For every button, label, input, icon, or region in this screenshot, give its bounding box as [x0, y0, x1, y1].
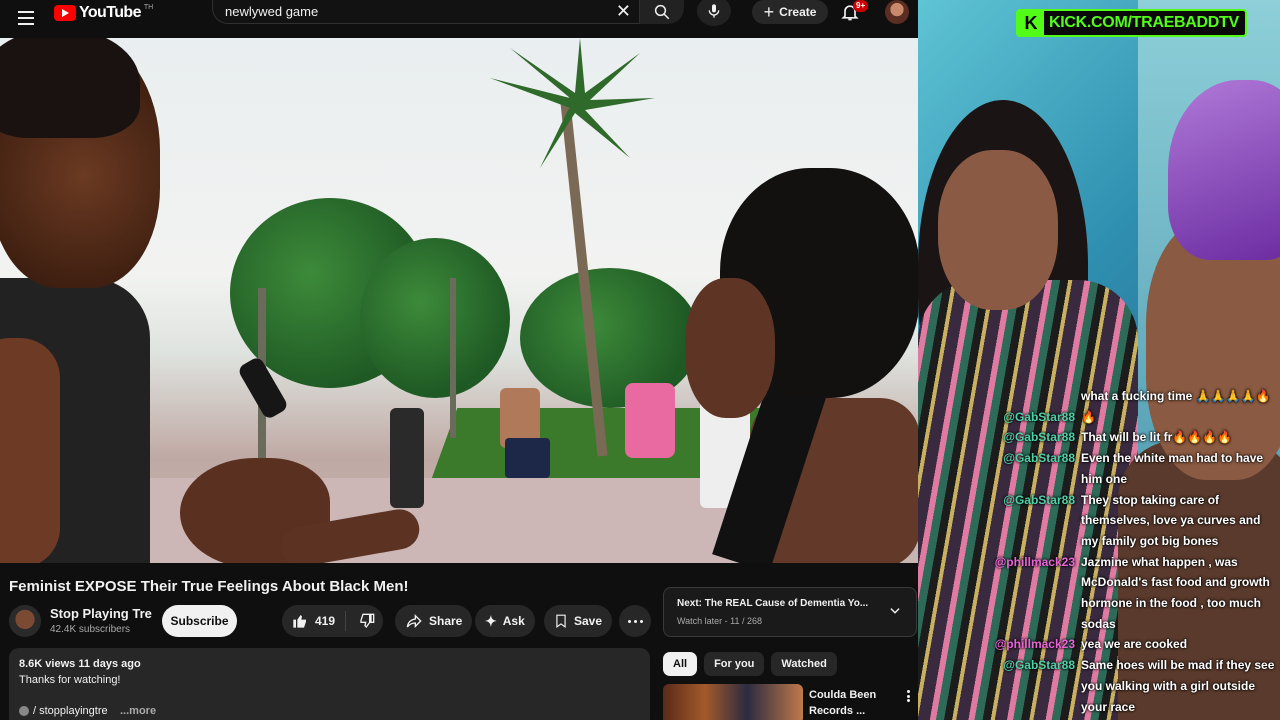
- chat-username: @GabStar88: [1003, 409, 1075, 424]
- sparkle-icon: ✦: [485, 612, 497, 629]
- chat-username: @GabStar88: [1003, 451, 1075, 466]
- video-frame-bystander-shorts: [505, 438, 550, 478]
- description-text: Thanks for watching!: [19, 674, 121, 686]
- save-label: Save: [574, 614, 603, 628]
- channel-avatar[interactable]: [9, 605, 41, 637]
- recommendation-thumbnail[interactable]: [663, 684, 803, 720]
- subscribe-button[interactable]: Subscribe: [162, 605, 237, 637]
- show-more-link[interactable]: ...more: [120, 705, 156, 717]
- video-frame-bystander: [390, 408, 424, 508]
- chat-message: @phillmack23 yea we are cooked: [970, 634, 1276, 655]
- notification-badge: 9+: [853, 0, 869, 12]
- chat-username: @GabStar88: [1003, 430, 1075, 445]
- thumbs-up-icon: [293, 615, 306, 628]
- kick-logo-icon: K: [1018, 11, 1044, 35]
- microphone-icon: [708, 4, 720, 18]
- video-frame-palm-leaves: [490, 38, 655, 168]
- ask-label: Ask: [502, 614, 525, 628]
- chat-overlay: what a fucking time 🙏🙏🙏🙏🔥 @GabStar88 🔥 @G…: [970, 386, 1276, 717]
- logo-text: YouTube: [79, 4, 141, 21]
- screen: YouTube TH newlywed game ✕ + Create 9+ F…: [0, 0, 1280, 720]
- divider: [344, 611, 346, 631]
- chat-username: @GabStar88: [1003, 658, 1075, 673]
- chat-text: That will be lit fr🔥🔥🔥🔥: [1081, 430, 1233, 445]
- next-up-card[interactable]: Next: The REAL Cause of Dementia Yo... W…: [663, 587, 917, 637]
- like-button[interactable]: 419: [282, 605, 339, 637]
- kick-channel-banner: K KICK.COM/TRAEBADDTV: [1016, 9, 1247, 37]
- description-box[interactable]: 8.6K views 11 days ago Thanks for watchi…: [9, 648, 650, 720]
- dislike-button[interactable]: [352, 605, 383, 637]
- share-button[interactable]: Share: [395, 605, 473, 637]
- subscriber-count: 42.4K subscribers: [50, 624, 131, 635]
- chevron-down-icon[interactable]: [888, 604, 902, 618]
- clear-search-icon[interactable]: ✕: [616, 2, 631, 20]
- chat-text: They stop taking care of themselves, lov…: [1081, 492, 1261, 548]
- voice-search-button[interactable]: [697, 0, 731, 26]
- chip-watched[interactable]: Watched: [771, 652, 837, 676]
- channel-link-text: / stopplayingtre: [33, 705, 108, 717]
- search-input[interactable]: newlywed game ✕: [212, 0, 640, 24]
- chat-username: @phillmack23: [994, 554, 1075, 569]
- kick-url: KICK.COM/TRAEBADDTV: [1049, 14, 1239, 31]
- chat-message: what a fucking time 🙏🙏🙏🙏🔥: [970, 386, 1276, 407]
- chat-username: [970, 386, 1081, 407]
- save-button[interactable]: Save: [544, 605, 613, 637]
- chat-message: @GabStar88 Same hoes will be mad if they …: [970, 655, 1276, 717]
- chat-username: @phillmack23: [994, 637, 1075, 652]
- chat-text: yea we are cooked: [1081, 637, 1188, 652]
- channel-name[interactable]: Stop Playing Tre: [50, 606, 152, 621]
- channel-link[interactable]: / stopplayingtre: [19, 705, 108, 717]
- channel-link-icon: [19, 706, 29, 716]
- youtube-play-icon: [54, 5, 76, 21]
- chip-for-you[interactable]: For you: [704, 652, 765, 676]
- like-count: 419: [315, 614, 336, 628]
- logo-country-code: TH: [143, 3, 154, 11]
- chat-message: @phillmack23 Jazmine what happen , was Mc…: [970, 552, 1276, 635]
- create-label: Create: [779, 5, 817, 19]
- video-frame-interviewee: [680, 168, 918, 563]
- video-frame-bystander: [625, 383, 675, 458]
- video-title: Feminist EXPOSE Their True Feelings Abou…: [9, 578, 409, 595]
- chat-message: @GabStar88 They stop taking care of thems…: [970, 490, 1276, 552]
- chat-message: @GabStar88 That will be lit fr🔥🔥🔥🔥: [970, 427, 1276, 448]
- account-avatar[interactable]: [885, 0, 909, 24]
- bookmark-icon: [556, 614, 566, 628]
- share-label: Share: [429, 614, 463, 628]
- like-dislike-group: 419: [282, 605, 383, 637]
- video-frame-lamp: [450, 278, 456, 438]
- chat-message: @GabStar88 Even the white man had to have…: [970, 448, 1276, 489]
- webcam-person-left-face: [938, 150, 1058, 310]
- thumbs-down-icon: [360, 613, 375, 629]
- chat-text: what a fucking time 🙏🙏🙏🙏🔥: [1081, 389, 1271, 403]
- chat-message: @GabStar88 🔥: [970, 407, 1276, 428]
- ask-button[interactable]: ✦ Ask: [475, 605, 535, 637]
- search-icon: [654, 4, 670, 20]
- more-actions-button[interactable]: [619, 605, 651, 637]
- top-bar: YouTube TH newlywed game ✕ + Create 9+: [0, 0, 918, 38]
- chat-text: Jazmine what happen , was McDonald's fas…: [1081, 554, 1270, 631]
- video-player[interactable]: [0, 38, 918, 563]
- views-and-date: 8.6K views 11 days ago: [19, 658, 141, 670]
- recommendation-title[interactable]: Coulda Been Records ...: [809, 687, 889, 719]
- filter-chips: All For you Watched: [663, 652, 837, 676]
- chat-text: 🔥: [1081, 409, 1096, 424]
- search-query: newlywed game: [225, 4, 319, 19]
- next-up-title: Next: The REAL Cause of Dementia Yo...: [677, 598, 869, 609]
- video-frame-interviewer: [0, 38, 220, 563]
- youtube-logo[interactable]: YouTube TH: [54, 4, 153, 22]
- chip-all[interactable]: All: [663, 652, 698, 676]
- chat-text: Same hoes will be mad if they see you wa…: [1081, 658, 1275, 714]
- create-button[interactable]: + Create: [752, 0, 828, 24]
- plus-icon: +: [763, 2, 775, 22]
- share-icon: [406, 614, 422, 628]
- chat-username: @GabStar88: [1003, 492, 1075, 507]
- hamburger-menu-icon[interactable]: [14, 6, 38, 30]
- chat-text: Even the white man had to have him one: [1081, 451, 1264, 486]
- video-frame-tree: [360, 238, 510, 398]
- youtube-panel: YouTube TH newlywed game ✕ + Create 9+ F…: [0, 0, 918, 720]
- notifications-button[interactable]: 9+: [840, 0, 869, 24]
- recommendation-menu-icon[interactable]: [903, 688, 913, 704]
- next-up-subtitle: Watch later - 11 / 268: [677, 616, 763, 626]
- search-button[interactable]: [640, 0, 684, 24]
